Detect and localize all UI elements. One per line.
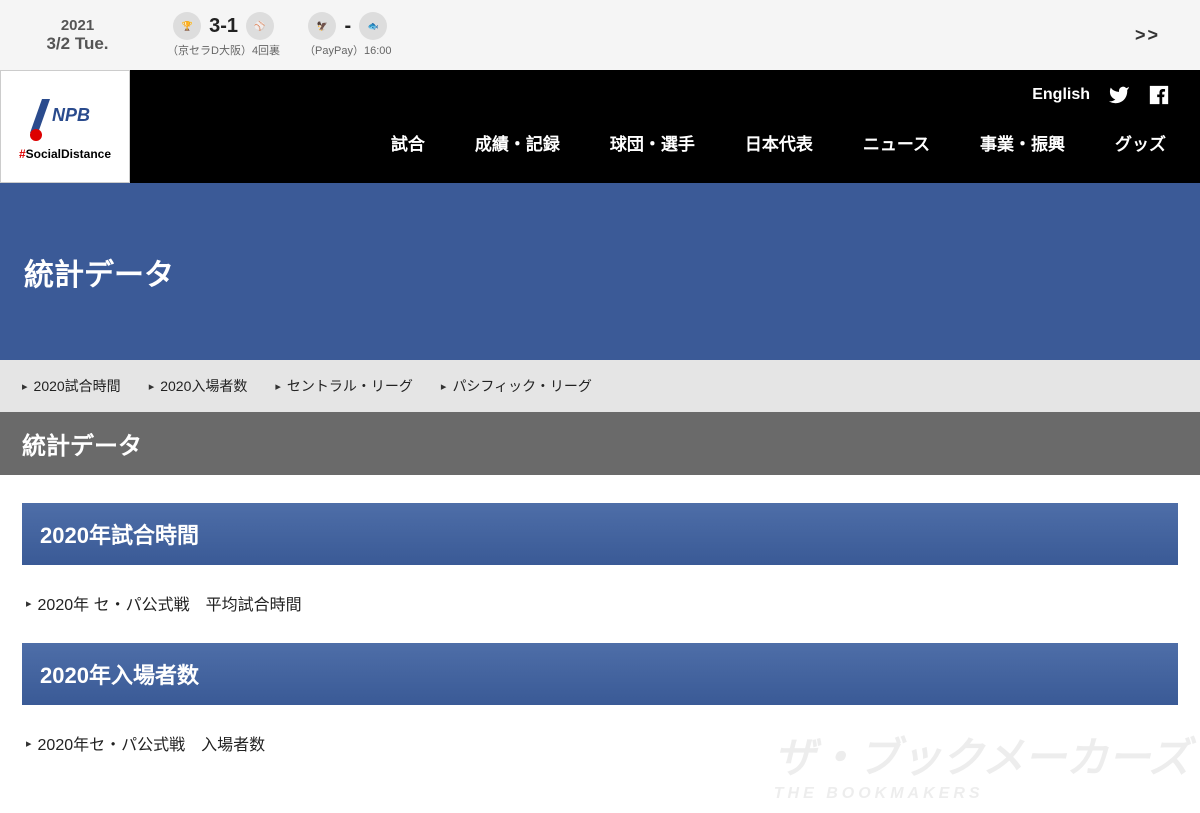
nav-item[interactable]: グッズ bbox=[1115, 130, 1166, 155]
date-day: 3/2 Tue. bbox=[0, 34, 155, 54]
sublink[interactable]: セントラル・リーグ bbox=[275, 376, 413, 396]
logo[interactable]: NPB ##SocialDistanceSocialDistance bbox=[0, 70, 130, 183]
hero-banner: 統計データ bbox=[0, 183, 1200, 360]
main-nav: 試合 成績・記録 球団・選手 日本代表 ニュース 事業・振興 グッズ bbox=[130, 106, 1200, 155]
section-head: 2020年入場者数 bbox=[22, 643, 1178, 705]
facebook-icon[interactable] bbox=[1148, 84, 1170, 106]
nav-item[interactable]: 成績・記録 bbox=[475, 130, 560, 155]
game-venue: （京セラD大阪）4回裏 bbox=[167, 42, 280, 58]
nav-item[interactable]: 日本代表 bbox=[745, 130, 813, 155]
team-logo-icon: 🦅 bbox=[308, 12, 336, 40]
scorebar-date: 2021 3/2 Tue. bbox=[0, 17, 155, 54]
nav-item[interactable]: 事業・振興 bbox=[980, 130, 1065, 155]
content-area: 2020年試合時間 2020年 セ・パ公式戦 平均試合時間 2020年入場者数 … bbox=[0, 475, 1200, 805]
header: NPB ##SocialDistanceSocialDistance Engli… bbox=[0, 70, 1200, 183]
section-head: 2020年試合時間 bbox=[22, 503, 1178, 565]
sublink[interactable]: 2020試合時間 bbox=[22, 376, 121, 396]
sublink[interactable]: 2020入場者数 bbox=[149, 376, 248, 396]
sublink[interactable]: パシフィック・リーグ bbox=[441, 376, 592, 396]
section-bar-title: 統計データ bbox=[22, 426, 1178, 461]
svg-text:NPB: NPB bbox=[52, 105, 90, 125]
game-venue: （PayPay）16:00 bbox=[304, 42, 391, 58]
game-score: - bbox=[344, 15, 351, 38]
team-logo-icon: 🏆 bbox=[173, 12, 201, 40]
section-title: 2020年試合時間 bbox=[40, 518, 1160, 550]
date-year: 2021 bbox=[0, 17, 155, 34]
section-bar: 統計データ bbox=[0, 412, 1200, 475]
nav-item[interactable]: ニュース bbox=[863, 130, 930, 155]
game-box[interactable]: 🏆 3-1 ⚾ （京セラD大阪）4回裏 bbox=[155, 8, 292, 62]
npb-logo-icon: NPB bbox=[20, 91, 110, 141]
game-score: 3-1 bbox=[209, 15, 238, 38]
team-logo-icon: 🐟 bbox=[359, 12, 387, 40]
sublinks-bar: 2020試合時間 2020入場者数 セントラル・リーグ パシフィック・リーグ bbox=[0, 360, 1200, 412]
twitter-icon[interactable] bbox=[1108, 84, 1130, 106]
language-link[interactable]: English bbox=[1032, 86, 1090, 104]
social-distance-tag: ##SocialDistanceSocialDistance bbox=[15, 145, 115, 163]
content-link[interactable]: 2020年セ・パ公式戦 入場者数 bbox=[22, 705, 1178, 765]
scorebar-next-button[interactable]: >> bbox=[1135, 25, 1200, 46]
team-logo-icon: ⚾ bbox=[246, 12, 274, 40]
page-title: 統計データ bbox=[24, 250, 174, 294]
scorebar: 2021 3/2 Tue. 🏆 3-1 ⚾ （京セラD大阪）4回裏 🦅 - 🐟 … bbox=[0, 0, 1200, 70]
game-box[interactable]: 🦅 - 🐟 （PayPay）16:00 bbox=[292, 8, 403, 62]
nav-item[interactable]: 球団・選手 bbox=[610, 130, 695, 155]
nav-item[interactable]: 試合 bbox=[391, 130, 425, 155]
section-title: 2020年入場者数 bbox=[40, 658, 1160, 690]
content-link[interactable]: 2020年 セ・パ公式戦 平均試合時間 bbox=[22, 565, 1178, 625]
